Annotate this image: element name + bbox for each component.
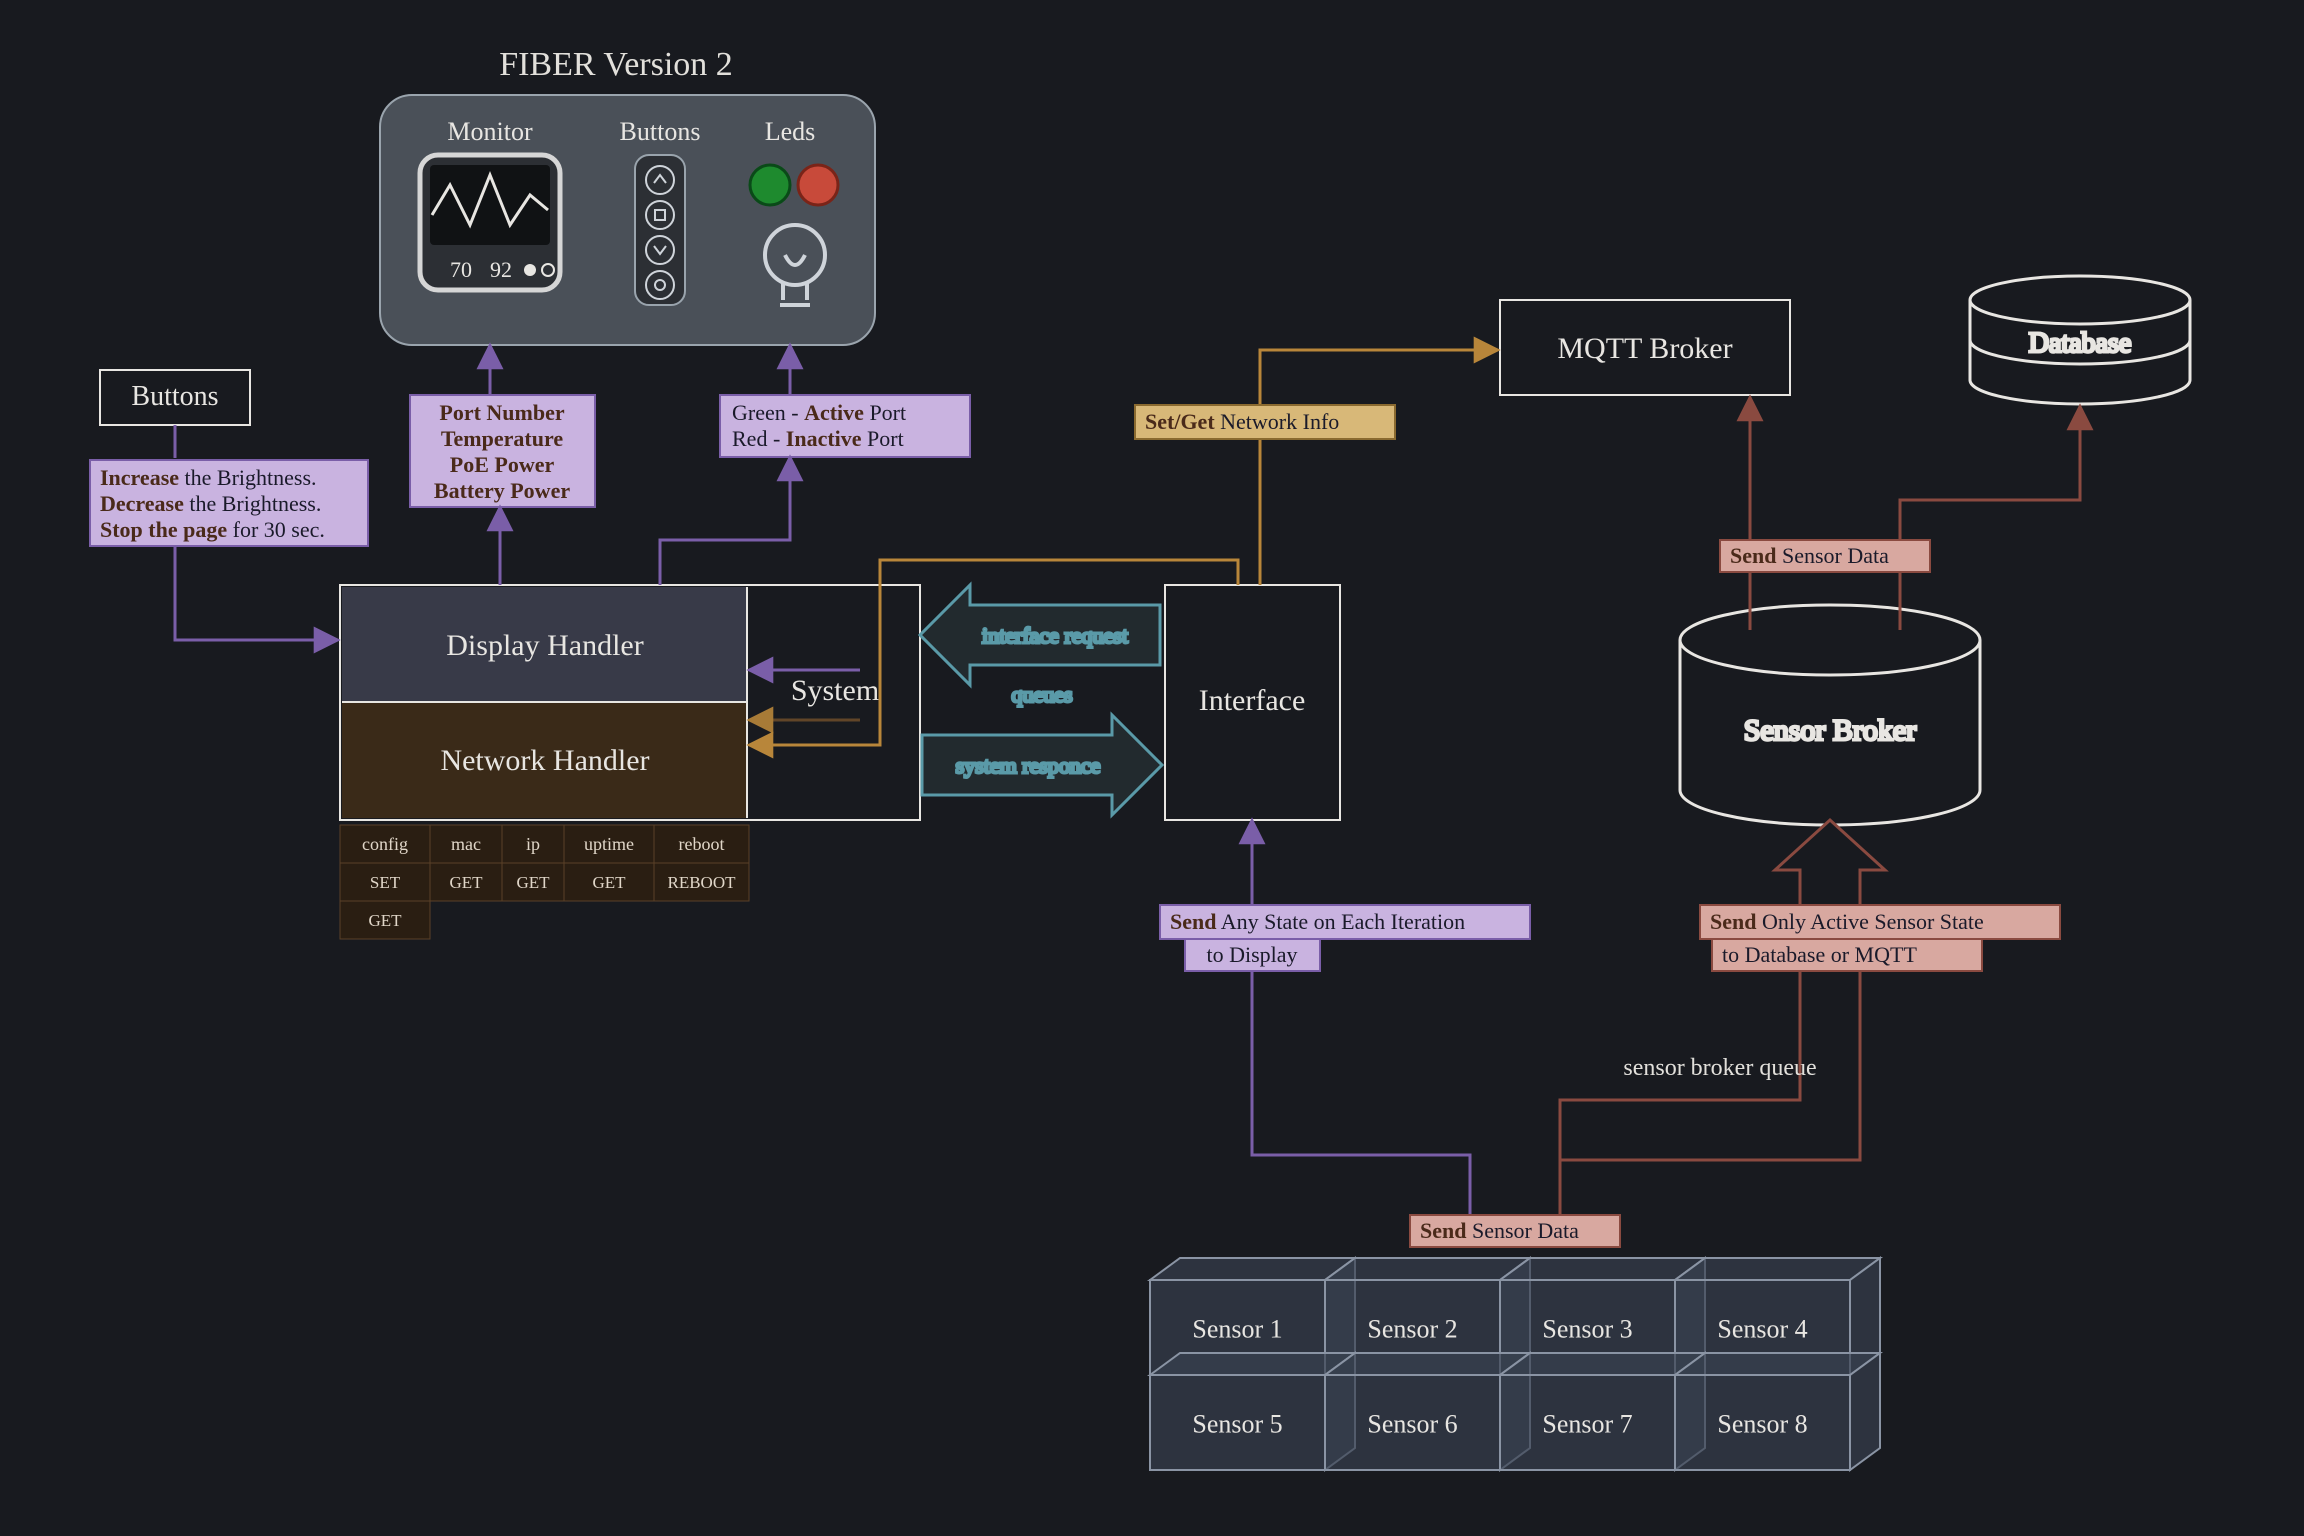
system-block: Display Handler Network Handler System	[340, 585, 920, 820]
table-header: reboot	[679, 834, 725, 854]
table-cell: REBOOT	[668, 873, 737, 892]
table-cell: GET	[592, 873, 626, 892]
interface-label: Interface	[1199, 684, 1306, 717]
svg-text:system responce: system responce	[956, 753, 1101, 778]
mqtt-broker: MQTT Broker	[1500, 300, 1790, 395]
note-buttons: Increase the Brightness. Decrease the Br…	[90, 460, 368, 546]
svg-text:Increase the Brightness.: Increase the Brightness.	[100, 465, 317, 490]
svg-text:Green - Active Port: Green - Active Port	[732, 400, 906, 425]
device-panel: FIBER Version 2 Monitor 70 92 Buttons Le…	[380, 46, 875, 345]
svg-text:Red - Inactive Port: Red - Inactive Port	[732, 426, 904, 451]
svg-text:Database: Database	[2029, 328, 2132, 359]
svg-text:to Database or MQTT: to Database or MQTT	[1722, 942, 1917, 967]
led-red-icon	[798, 165, 838, 205]
svg-text:MQTT Broker: MQTT Broker	[1557, 332, 1732, 365]
svg-text:Port Number: Port Number	[439, 400, 564, 425]
sensor-box: Sensor 2	[1367, 1315, 1457, 1344]
sensor-box: Sensor 4	[1717, 1315, 1807, 1344]
table-header: uptime	[584, 834, 634, 854]
monitor-screen: 70 92	[420, 155, 560, 290]
svg-text:queues: queues	[1011, 682, 1072, 707]
table-header: config	[362, 834, 408, 854]
monitor-readout-a: 70	[450, 257, 472, 282]
buttons-box-label: Buttons	[131, 381, 218, 412]
network-handler-label: Network Handler	[440, 744, 649, 777]
svg-text:Battery Power: Battery Power	[434, 478, 570, 503]
buttons-box: Buttons	[100, 370, 250, 425]
svg-text:Send Sensor Data: Send Sensor Data	[1420, 1218, 1579, 1243]
svg-text:Temperature: Temperature	[441, 426, 563, 451]
sensor-box: Sensor 1	[1192, 1315, 1282, 1344]
svg-text:Send Any State on Each Iterati: Send Any State on Each Iteration	[1170, 909, 1465, 934]
device-buttons-label: Buttons	[620, 117, 701, 146]
queue-arrows: interface request queues system responce	[920, 585, 1162, 815]
sensor-box: Sensor 6	[1367, 1410, 1457, 1439]
monitor-readout-b: 92	[490, 257, 512, 282]
sensor-box: Sensor 7	[1542, 1410, 1632, 1439]
device-button-stack	[635, 155, 685, 305]
svg-text:sensor broker queue: sensor broker queue	[1623, 1055, 1816, 1081]
monitor-label: Monitor	[447, 117, 533, 146]
table-cell: GET	[449, 873, 483, 892]
sensor-box: Sensor 5	[1192, 1410, 1282, 1439]
system-label: System	[791, 674, 879, 707]
svg-text:Sensor Broker: Sensor Broker	[1744, 714, 1916, 747]
database-icon: Database	[1970, 276, 2190, 404]
table-cell: SET	[370, 873, 401, 892]
svg-text:Send Sensor Data: Send Sensor Data	[1730, 543, 1889, 568]
sensor-box: Sensor 3	[1542, 1315, 1632, 1344]
note-leds: Green - Active Port Red - Inactive Port	[720, 395, 970, 457]
svg-text:interface request: interface request	[982, 623, 1128, 648]
sensor-box: Sensor 8	[1717, 1410, 1807, 1439]
svg-text:to Display: to Display	[1206, 942, 1297, 967]
diagram-title: FIBER Version 2	[499, 46, 733, 83]
table-header: mac	[451, 834, 481, 854]
svg-text:PoE Power: PoE Power	[450, 452, 555, 477]
svg-text:Stop the page for 30 sec.: Stop the page for 30 sec.	[100, 517, 325, 542]
table-cell: GET	[368, 911, 402, 930]
svg-text:Decrease the Brightness.: Decrease the Brightness.	[100, 491, 321, 516]
display-handler-label: Display Handler	[446, 629, 643, 662]
table-cell: GET	[516, 873, 550, 892]
sensors-grid: Sensor 1 Sensor 2 Sensor 3 Sensor 4 Sensor 5…	[1150, 1258, 1880, 1470]
sensor-broker-icon: Sensor Broker	[1680, 605, 1980, 825]
table-header: ip	[526, 834, 540, 854]
note-monitor: Port Number Temperature PoE Power Batter…	[410, 395, 595, 507]
network-table: config mac ip uptime reboot SET GET GET GET REBOO…	[340, 825, 749, 939]
svg-text:Set/Get Network Info: Set/Get Network Info	[1145, 409, 1339, 434]
device-leds-label: Leds	[765, 117, 816, 146]
interface-block: Interface	[1165, 585, 1340, 820]
svg-text:Send Only Active Sensor State: Send Only Active Sensor State	[1710, 909, 1984, 934]
led-green-icon	[750, 165, 790, 205]
